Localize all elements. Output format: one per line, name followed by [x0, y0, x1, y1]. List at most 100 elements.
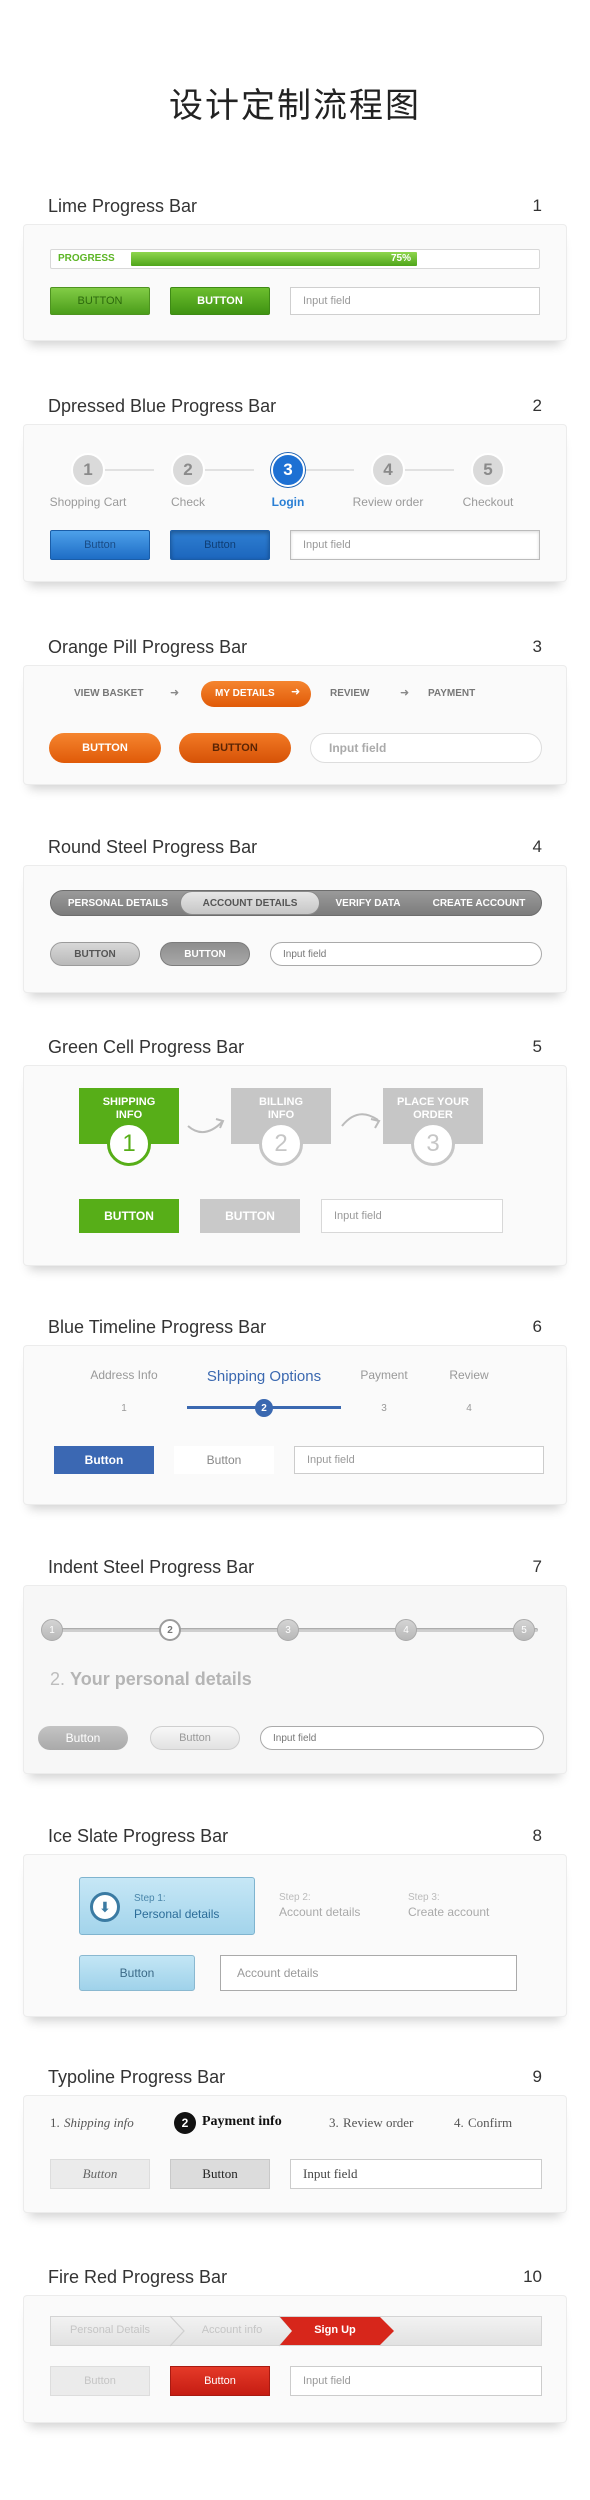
step-label: Review order: [352, 495, 424, 509]
timeline-button-1[interactable]: Button: [54, 1446, 154, 1474]
typo-input-field[interactable]: Input field: [290, 2159, 542, 2189]
timeline-button-2[interactable]: Button: [174, 1446, 274, 1474]
section-title: Ice Slate Progress Bar: [48, 1826, 229, 1846]
steel-step[interactable]: ACCOUNT DETAILS: [180, 891, 320, 915]
section-title: Typoline Progress Bar: [48, 2067, 226, 2087]
section-number: 10: [523, 2267, 542, 2286]
page-title: 设计定制流程图: [169, 86, 421, 126]
typo-step-label[interactable]: Shipping info: [64, 2115, 134, 2131]
step-label: Login: [271, 495, 305, 509]
typo-step-number: 4.: [454, 2115, 464, 2130]
orange-input-field[interactable]: Input field: [310, 733, 542, 763]
indent-heading: 2. Your personal details: [50, 1669, 252, 1690]
typo-button-1[interactable]: Button: [50, 2159, 150, 2189]
section-title: Green Cell Progress Bar: [48, 1037, 245, 1057]
ice-button-1[interactable]: Button: [79, 1955, 195, 1991]
indent-step-knob[interactable]: 1: [41, 1619, 63, 1641]
section-title: Lime Progress Bar: [48, 196, 198, 216]
ice-step-label[interactable]: Account details: [279, 1905, 360, 1919]
step-label[interactable]: VIEW BASKET: [74, 688, 143, 699]
typo-button-2[interactable]: Button: [170, 2159, 270, 2189]
green-input-field[interactable]: Input field: [321, 1199, 503, 1233]
step-label[interactable]: PAYMENT: [428, 688, 475, 699]
blue-input-field[interactable]: Input field: [290, 530, 540, 560]
step-circle-1[interactable]: 1: [71, 453, 105, 487]
section-title: Indent Steel Progress Bar: [48, 1557, 255, 1577]
steel-step[interactable]: VERIFY DATA: [320, 891, 416, 915]
step-circle-4[interactable]: 4: [371, 453, 405, 487]
lime-button-1[interactable]: BUTTON: [50, 287, 150, 315]
fire-step-label[interactable]: Personal Details: [50, 2324, 170, 2336]
blue-button-2[interactable]: Button: [170, 530, 270, 560]
steel-input-field[interactable]: Input field: [270, 942, 542, 966]
ice-step-small: Step 2:: [279, 1892, 311, 1903]
fire-input-field[interactable]: Input field: [290, 2366, 542, 2396]
typo-step-label[interactable]: Review order: [343, 2115, 413, 2131]
lime-progress-percent: 75%: [390, 253, 411, 264]
typo-step-number-badge: 2: [174, 2112, 196, 2134]
section-number: 1: [532, 196, 542, 215]
section-title: Round Steel Progress Bar: [48, 837, 258, 857]
typo-card: 1. Shipping info 2 Payment info 3. Review ord…: [23, 2095, 567, 2213]
green-button-1[interactable]: BUTTON: [79, 1199, 179, 1233]
step-circle-3[interactable]: 3: [271, 453, 305, 487]
green-step-line2: INFO: [115, 1109, 143, 1121]
section-number: 8: [532, 1826, 542, 1845]
timeline-step-label[interactable]: Shipping Options: [194, 1368, 334, 1385]
steel-button-1[interactable]: BUTTON: [50, 942, 140, 966]
ice-step-small: Step 3:: [408, 1892, 440, 1903]
timeline-step-label[interactable]: Address Info: [54, 1368, 194, 1382]
steel-card: PERSONAL DETAILS ACCOUNT DETAILS VERIFY DA…: [23, 865, 567, 993]
steel-step[interactable]: CREATE ACCOUNT: [416, 891, 542, 915]
ice-step-small: Step 1:: [134, 1893, 166, 1904]
arrow-right-icon: ➜: [291, 686, 301, 698]
lime-button-2[interactable]: BUTTON: [170, 287, 270, 315]
fire-card: Personal Details Account info Sign Up Butt…: [23, 2295, 567, 2423]
typo-step-label[interactable]: Payment info: [202, 2114, 282, 2130]
green-step-line2: INFO: [267, 1109, 295, 1121]
typo-step-number: 1.: [50, 2115, 60, 2130]
active-step-label: MY DETAILS: [215, 688, 275, 699]
section-number: 5: [532, 1037, 542, 1056]
section-title: Dpressed Blue Progress Bar: [48, 396, 277, 416]
step-label: Checkout: [462, 495, 514, 509]
blue-button-1[interactable]: Button: [50, 530, 150, 560]
fire-button-2[interactable]: Button: [170, 2366, 270, 2396]
orange-button-1[interactable]: BUTTON: [49, 733, 161, 763]
indent-button-1[interactable]: Button: [38, 1726, 128, 1750]
ice-active-step[interactable]: ⬇ Step 1: Personal details: [79, 1877, 255, 1935]
steel-button-2[interactable]: BUTTON: [160, 942, 250, 966]
ice-input-field[interactable]: Account details: [220, 1955, 517, 1991]
arrow-right-icon: ➜: [170, 687, 180, 699]
orange-card: VIEW BASKET MY DETAILS ➜ REVIEW PAYMENT ➜ ➜ BU…: [23, 665, 567, 785]
green-step-line1: SHIPPING: [102, 1096, 156, 1108]
typo-step-number: 3.: [329, 2115, 339, 2130]
lime-progress-label: PROGRESS: [58, 253, 115, 264]
steel-step[interactable]: PERSONAL DETAILS: [50, 891, 186, 915]
fire-step-label[interactable]: Sign Up: [280, 2324, 390, 2336]
green-button-2[interactable]: BUTTON: [200, 1199, 300, 1233]
ice-step-label[interactable]: Create account: [408, 1905, 489, 1919]
timeline-input-field[interactable]: Input field: [294, 1446, 544, 1474]
green-step-number: 1: [107, 1122, 151, 1166]
indent-input-field[interactable]: Input field: [260, 1726, 544, 1750]
green-step-number: 2: [259, 1122, 303, 1166]
indent-heading-number: 2.: [50, 1669, 66, 1689]
indent-step-knob[interactable]: 2: [159, 1619, 181, 1641]
fire-button-1[interactable]: Button: [50, 2366, 150, 2396]
typo-step-label[interactable]: Confirm: [468, 2115, 512, 2131]
green-card: SHIPPING INFO 1 BILLING INFO 2 PLACE YOUR ORDER…: [23, 1065, 567, 1266]
section-title: Blue Timeline Progress Bar: [48, 1317, 267, 1337]
fire-step-label[interactable]: Account info: [184, 2324, 280, 2336]
indent-step-knob[interactable]: 4: [395, 1619, 417, 1641]
step-circle-2[interactable]: 2: [171, 453, 205, 487]
indent-button-2[interactable]: Button: [150, 1726, 240, 1750]
indent-step-knob[interactable]: 3: [277, 1619, 299, 1641]
step-circle-5[interactable]: 5: [471, 453, 505, 487]
timeline-step-label[interactable]: Review: [399, 1368, 539, 1382]
orange-button-2[interactable]: BUTTON: [179, 733, 291, 763]
step-label[interactable]: REVIEW: [330, 688, 369, 699]
lime-input-field[interactable]: Input field: [290, 287, 540, 315]
indent-step-knob[interactable]: 5: [513, 1619, 535, 1641]
timeline-card: Address Info 1 Shipping Options 2 Payment 3 Re…: [23, 1345, 567, 1505]
